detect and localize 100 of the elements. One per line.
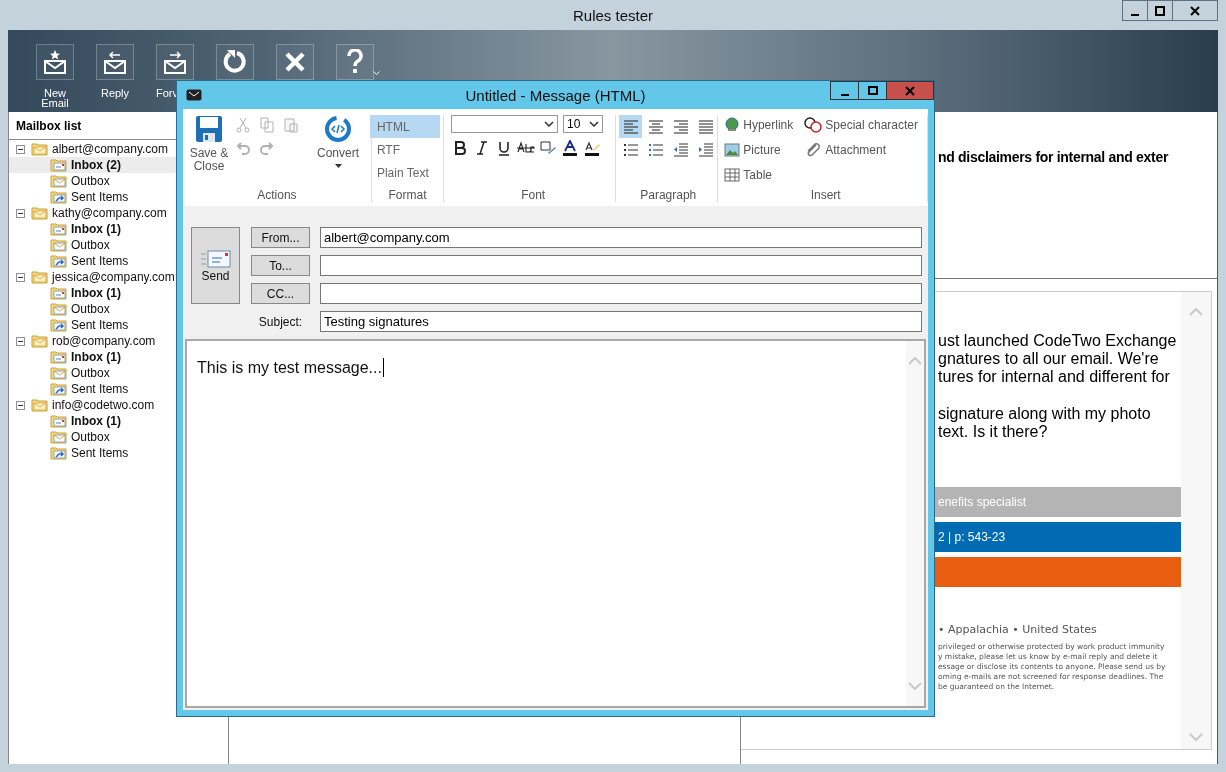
folder-icon xyxy=(50,174,68,188)
table-button[interactable]: Table xyxy=(724,165,805,185)
subject-field[interactable]: Testing signatures xyxy=(320,311,922,332)
caret-icon[interactable] xyxy=(373,71,380,76)
account-name[interactable]: info@codetwo.com xyxy=(52,398,155,412)
caret-icon xyxy=(334,164,342,168)
close-icon xyxy=(1190,5,1200,16)
close-icon xyxy=(284,51,306,73)
minimize-button[interactable] xyxy=(830,81,859,100)
reply-icon xyxy=(103,49,127,75)
envelope-icon xyxy=(200,248,231,269)
forward-button[interactable] xyxy=(156,44,194,80)
folder-icon xyxy=(50,254,68,268)
format-option[interactable]: Plain Text xyxy=(369,161,440,184)
bullet-list-icon[interactable] xyxy=(622,143,639,157)
folder-item[interactable]: Inbox (1) xyxy=(9,413,176,429)
input-field[interactable] xyxy=(320,283,922,304)
forward-icon xyxy=(163,49,187,75)
format-option[interactable]: HTML xyxy=(369,115,440,138)
close-button[interactable] xyxy=(1172,0,1218,21)
font-size-select[interactable]: 10 xyxy=(563,115,604,133)
folder-icon xyxy=(31,142,49,156)
folder-item[interactable]: Inbox (2) xyxy=(9,157,176,173)
group-label: Actions xyxy=(256,188,298,202)
folder-item[interactable]: Outbox xyxy=(9,301,176,317)
account-name[interactable]: rob@company.com xyxy=(52,334,156,348)
folder-item[interactable]: Inbox (1) xyxy=(9,221,176,237)
align-left-button[interactable] xyxy=(619,115,643,138)
field-label: Subject: xyxy=(257,314,304,329)
folder-icon xyxy=(50,318,68,332)
attachment-button[interactable]: Attachment xyxy=(804,140,925,160)
folder-icon xyxy=(50,350,68,364)
message-text: signature along with my photo text. Is it there? xyxy=(938,405,1152,441)
collapse-icon[interactable] xyxy=(16,144,25,154)
globe-icon xyxy=(724,117,741,133)
maximize-button[interactable] xyxy=(858,81,887,100)
format-option[interactable]: RTF xyxy=(369,138,440,161)
special-character-button[interactable]: Special character xyxy=(804,115,925,135)
message-body-field[interactable]: This is my test message... xyxy=(185,339,926,708)
folder-item[interactable]: Sent Items xyxy=(9,189,176,205)
align-justify-icon xyxy=(697,119,714,134)
folder-icon xyxy=(31,398,49,412)
to-button[interactable]: To... xyxy=(251,255,310,276)
folder-item[interactable]: Outbox xyxy=(9,365,176,381)
convert-button[interactable]: Convert xyxy=(309,115,367,188)
refresh-button[interactable] xyxy=(216,44,254,80)
font-color-icon[interactable] xyxy=(561,140,580,156)
cc-button[interactable]: CC... xyxy=(251,283,310,304)
folder-icon xyxy=(50,286,68,300)
collapse-icon[interactable] xyxy=(16,336,25,346)
folder-icon xyxy=(50,414,68,428)
folder-icon xyxy=(31,270,49,284)
new-email-icon xyxy=(43,49,67,75)
hyperlink-button[interactable]: Hyperlink xyxy=(724,115,805,135)
from-button[interactable]: From... xyxy=(251,227,310,248)
maximize-button[interactable] xyxy=(1147,0,1173,21)
group-label: Format xyxy=(387,188,428,202)
window-title: Untitled - Message (HTML) xyxy=(465,86,646,104)
folder-icon xyxy=(50,430,68,444)
strikethrough-icon[interactable] xyxy=(517,140,536,156)
numbered-list-icon[interactable] xyxy=(647,143,664,157)
minimize-button[interactable] xyxy=(1122,0,1148,21)
collapse-icon[interactable] xyxy=(16,208,25,218)
folder-item[interactable]: Inbox (1) xyxy=(9,285,176,301)
account-name[interactable]: kathy@company.com xyxy=(52,206,167,220)
symbol-icon xyxy=(804,117,823,133)
window-title: Rules tester xyxy=(572,6,653,24)
folder-item[interactable]: Sent Items xyxy=(9,381,176,397)
help-icon xyxy=(347,49,363,75)
folder-item[interactable]: Inbox (1) xyxy=(9,349,176,365)
address-text: • Appalachia • United States xyxy=(938,623,1098,636)
new-email-button[interactable] xyxy=(36,44,74,80)
collapse-icon[interactable] xyxy=(16,272,25,282)
folder-icon xyxy=(50,158,68,172)
folder-icon xyxy=(50,446,68,460)
folder-icon xyxy=(31,206,49,220)
spelling-icon[interactable] xyxy=(539,140,558,156)
outdent-icon[interactable] xyxy=(672,143,689,157)
folder-icon xyxy=(50,366,68,380)
folder-item[interactable]: Sent Items xyxy=(9,253,176,269)
input-field[interactable] xyxy=(320,255,922,276)
indent-icon[interactable] xyxy=(697,143,714,157)
folder-item[interactable]: Sent Items xyxy=(9,445,176,461)
input-field[interactable]: albert@company.com xyxy=(320,227,922,248)
account-name[interactable]: jessica@company.com xyxy=(52,270,175,284)
paperclip-icon xyxy=(804,142,823,158)
picture-button[interactable]: Picture xyxy=(724,140,805,160)
reply-button[interactable] xyxy=(96,44,134,80)
collapse-icon[interactable] xyxy=(16,400,25,410)
send-button[interactable]: Send xyxy=(191,227,240,304)
delete-button[interactable] xyxy=(276,44,314,80)
help-button[interactable] xyxy=(336,44,374,80)
highlight-icon[interactable] xyxy=(583,140,602,156)
folder-item[interactable]: Outbox xyxy=(9,237,176,253)
folder-item[interactable]: Outbox xyxy=(9,429,176,445)
folder-item[interactable]: Outbox xyxy=(9,173,176,189)
group-label: Font xyxy=(520,188,547,202)
account-name[interactable]: albert@company.com xyxy=(52,142,168,156)
folder-item[interactable]: Sent Items xyxy=(9,317,176,333)
font-select[interactable] xyxy=(451,115,559,133)
